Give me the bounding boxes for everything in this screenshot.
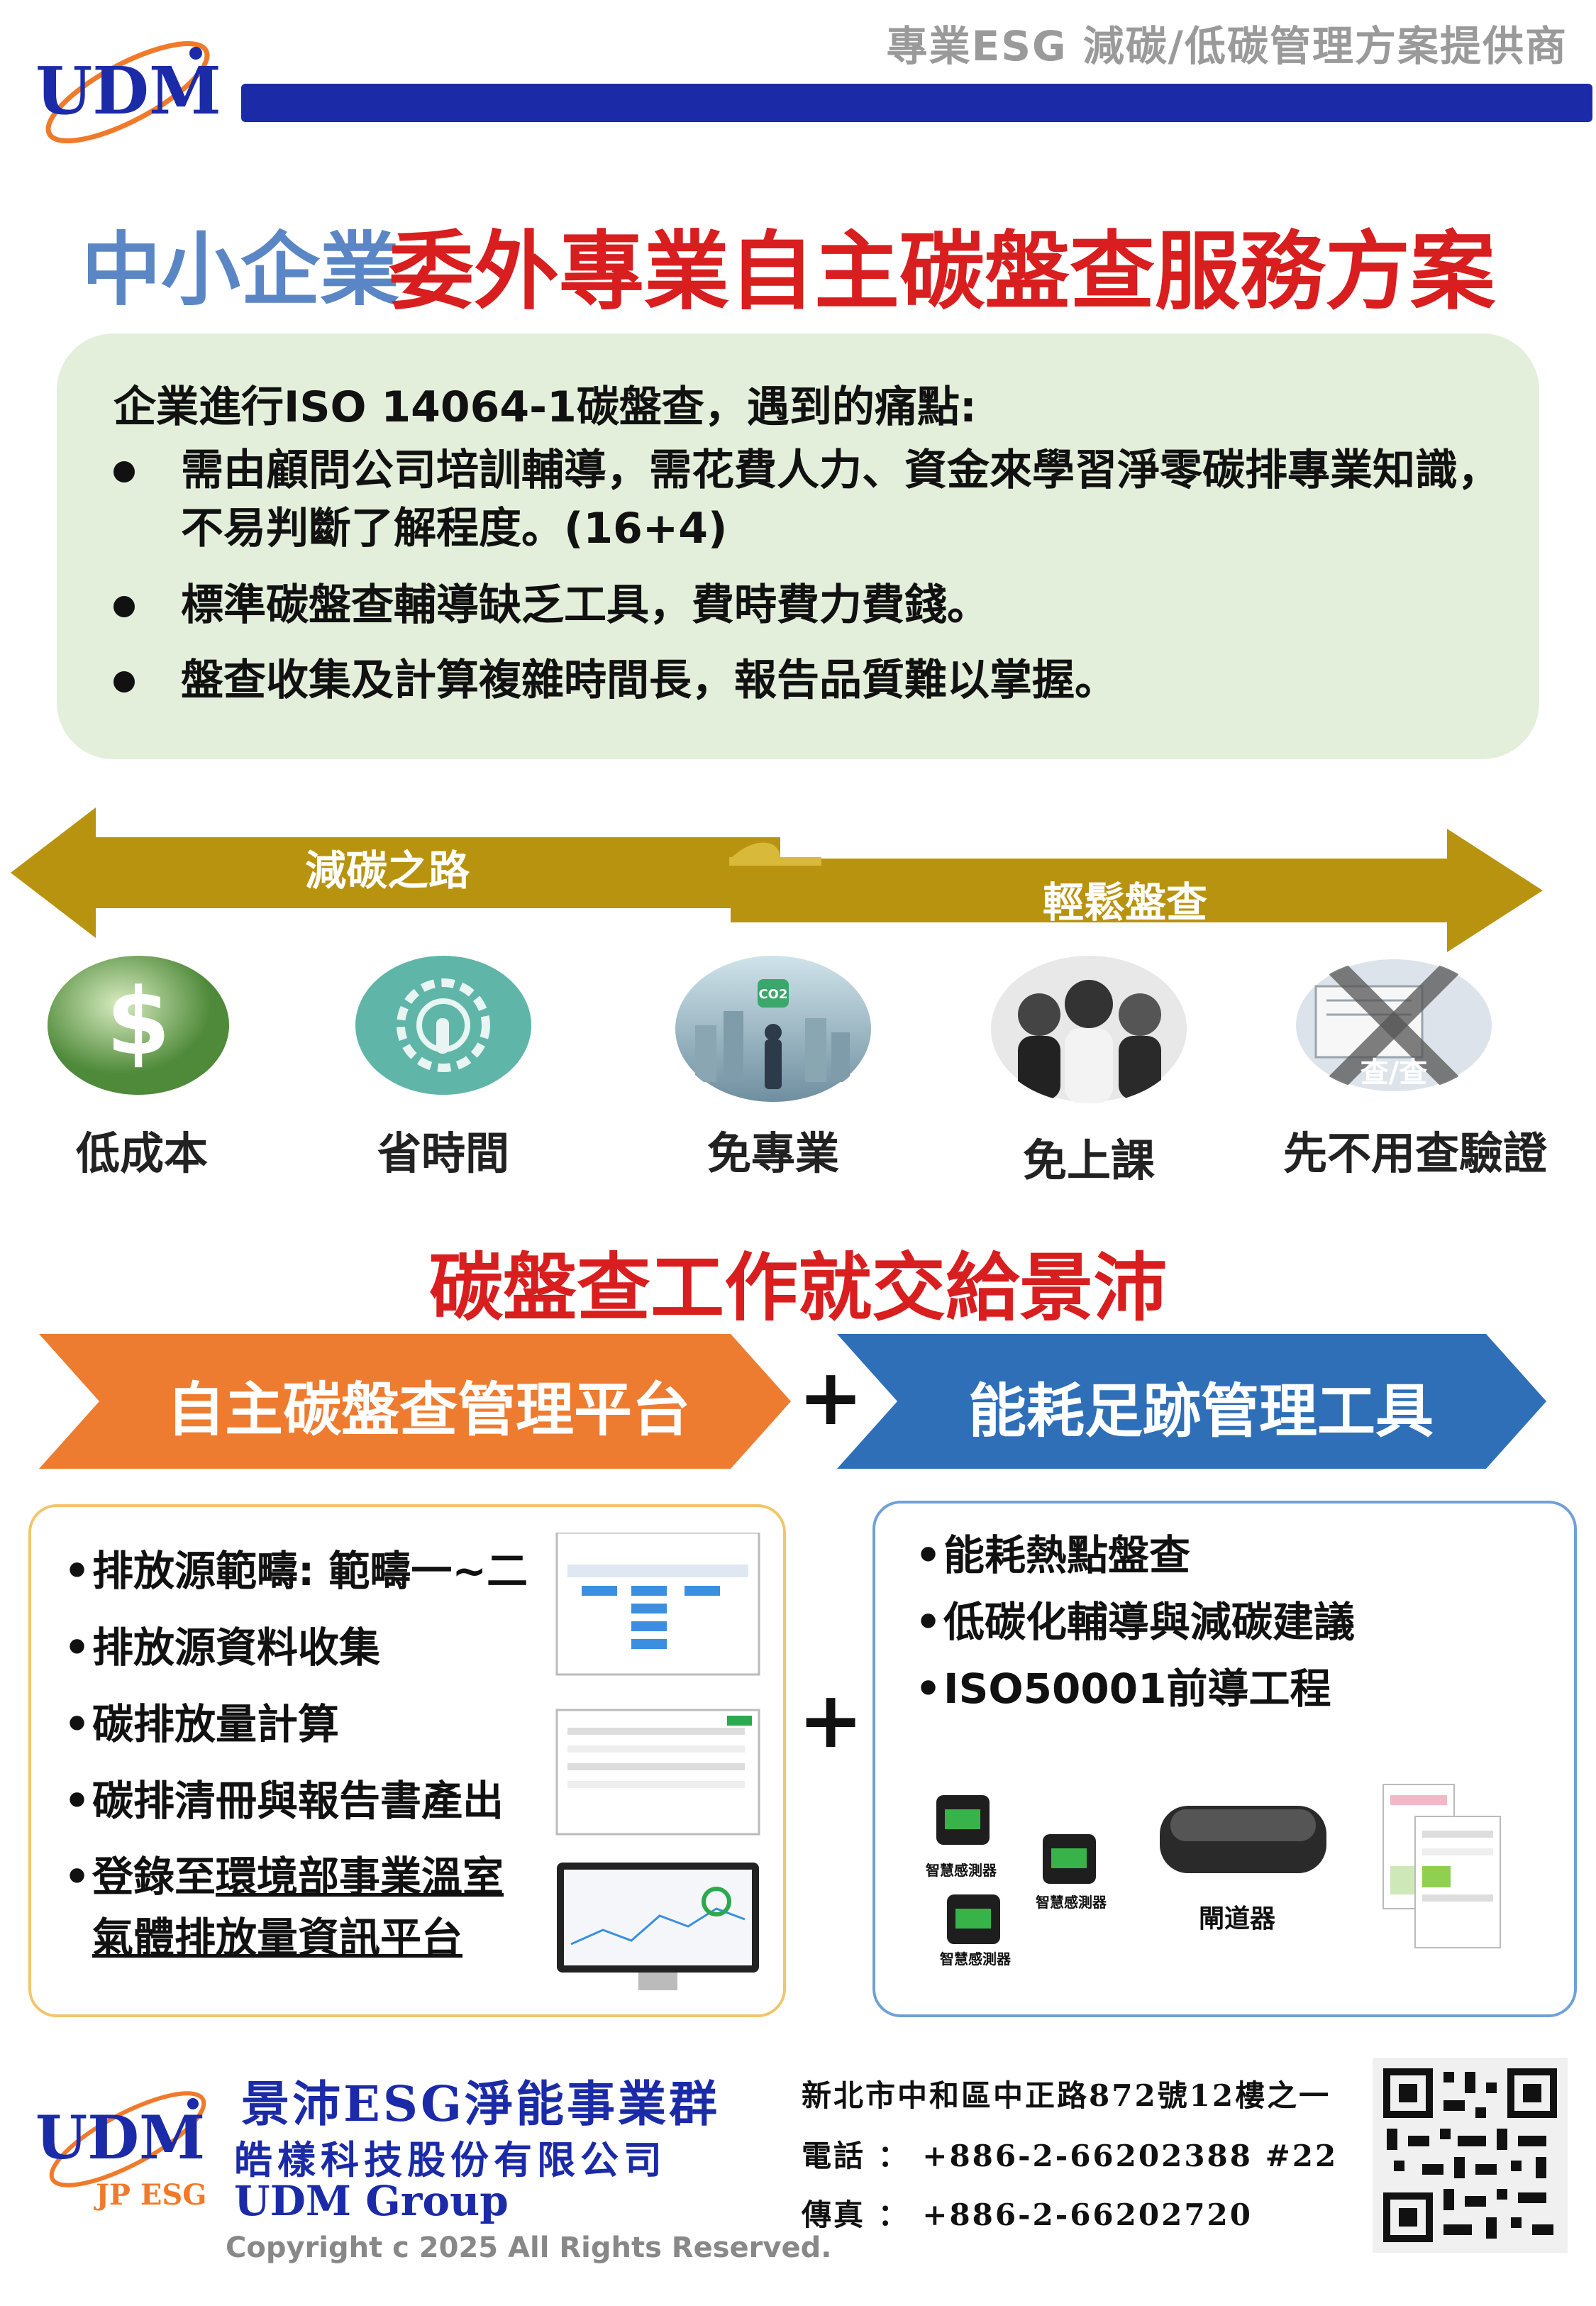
header-logo: UDM <box>28 14 221 156</box>
page-title: 委外專業自主碳盤查服務方案 <box>389 223 1495 321</box>
plus-sign-middle: + <box>798 1675 864 1765</box>
udm-logo-icon: UDM <box>35 2091 206 2188</box>
svg-text:CO2: CO2 <box>758 987 787 1002</box>
co2-city-icon: CO2 <box>674 954 872 1103</box>
gateway-label: 閘道器 <box>1199 1904 1276 1933</box>
header-tagline: 專業ESG 減碳/低碳管理方案提供商 <box>886 22 1568 70</box>
platform-screenshots <box>555 1533 760 1990</box>
pain-point-item: 需由顧問公司培訓輔導，需花費人力、資金來學習淨零碳排專業知識， 不易判斷了解程度… <box>113 441 1553 562</box>
platform-feature-item: •排放源資料收集 <box>64 1623 381 1672</box>
pain-point-item: 盤查收集及計算複雜時間長，報告品質難以掌握。 <box>113 651 1553 715</box>
benefit-label-no-class: 免上課 <box>1022 1135 1155 1186</box>
no-verify-icon: 查/查 <box>1295 958 1493 1093</box>
footer-copyright: Copyright c 2025 All Rights Reserved. <box>226 2231 832 2264</box>
pain-point-item: 標準碳盤查輔導缺乏工具，費時費力費錢。 <box>113 576 1553 640</box>
qr-code-icon[interactable] <box>1373 2058 1568 2253</box>
footer-fax: 傳真 ： +886-2-66202720 <box>802 2191 1253 2234</box>
platform-feature-list: •排放源範疇: 範疇一~二 •排放源資料收集 •碳排放量計算 •碳排清冊與報告書… <box>64 1533 560 1968</box>
footer-address: 新北市中和區中正路872號12樓之一 <box>802 2078 1331 2113</box>
footer-logo-sub: JP ESG <box>96 2178 207 2212</box>
tool-feature-item: •ISO50001前導工程 <box>915 1665 1331 1713</box>
bullet-dot <box>113 461 135 482</box>
platform-chevron-label: 自主碳盤查管理平台 <box>167 1377 691 1444</box>
logo-lettering: UDM <box>35 2102 205 2173</box>
tool-feature-item: •能耗熱點盤查 <box>915 1531 1191 1579</box>
platform-feature-item: •登錄至環境部事業溫室 氣體排放量資訊平台 <box>64 1853 504 1962</box>
people-icon <box>990 954 1188 1103</box>
benefit-label-no-expertise: 免專業 <box>706 1127 839 1179</box>
benefit-label-save-time: 省時間 <box>377 1127 509 1179</box>
fax-label: 傳真 ： <box>802 2197 910 2232</box>
benefit-label-no-verification: 先不用查驗證 <box>1282 1127 1547 1179</box>
header-bar <box>241 84 1592 122</box>
sensor-label-2: 智慧感測器 <box>1036 1894 1107 1911</box>
bullet-dot <box>113 671 135 693</box>
gateway-icon <box>1160 1806 1326 1873</box>
phone-number: +886-2-66202388 #22 <box>922 2139 1339 2173</box>
phone-label: 電話 ： <box>802 2139 910 2173</box>
platform-feature-item: •排放源範疇: 範疇一~二 <box>64 1547 528 1595</box>
sensor-label-1: 智慧感測器 <box>926 1862 997 1879</box>
benefit-label-low-cost: 低成本 <box>75 1127 208 1179</box>
dollar-icon: $ <box>46 954 231 1096</box>
plus-sign-top: + <box>798 1352 864 1442</box>
logo-lettering: UDM <box>35 53 220 129</box>
section-heading: 碳盤查工作就交給景沛 <box>428 1245 1167 1331</box>
tool-chevron-label: 能耗足跡管理工具 <box>968 1378 1434 1445</box>
no-verify-overlay-text: 查/查 <box>1361 1057 1428 1089</box>
svg-text:$: $ <box>106 968 170 1076</box>
platform-feature-item: •碳排清冊與報告書產出 <box>64 1777 504 1825</box>
tool-feature-list: •能耗熱點盤查 •低碳化輔導與減碳建議 •ISO50001前導工程 <box>915 1522 1355 1722</box>
fax-number: +886-2-66202720 <box>922 2197 1253 2232</box>
footer-group-name: 景沛ESG淨能事業群 <box>241 2076 721 2133</box>
dashboard-screens-icon <box>1382 1784 1501 1948</box>
road-arrows <box>11 807 1543 952</box>
footer-group-en: UDM Group <box>234 2177 509 2225</box>
footer-phone: 電話 ： +886-2-66202388 #22 <box>802 2132 1338 2175</box>
title-prefix: 中小企業 <box>82 224 399 316</box>
bullet-dot <box>113 596 135 617</box>
gear-hand-icon <box>355 954 532 1096</box>
platform-feature-item: •碳排放量計算 <box>64 1700 340 1748</box>
tool-feature-item: •低碳化輔導與減碳建議 <box>915 1598 1356 1646</box>
arrow-label-right: 輕鬆盤查 <box>1043 878 1208 927</box>
sensor-label-3: 智慧感測器 <box>940 1951 1011 1968</box>
pain-points-heading: 企業進行ISO 14064-1碳盤查，遇到的痛點: <box>113 382 977 432</box>
arrow-label-left: 減碳之路 <box>305 846 470 895</box>
udm-logo-icon: UDM <box>35 41 221 143</box>
